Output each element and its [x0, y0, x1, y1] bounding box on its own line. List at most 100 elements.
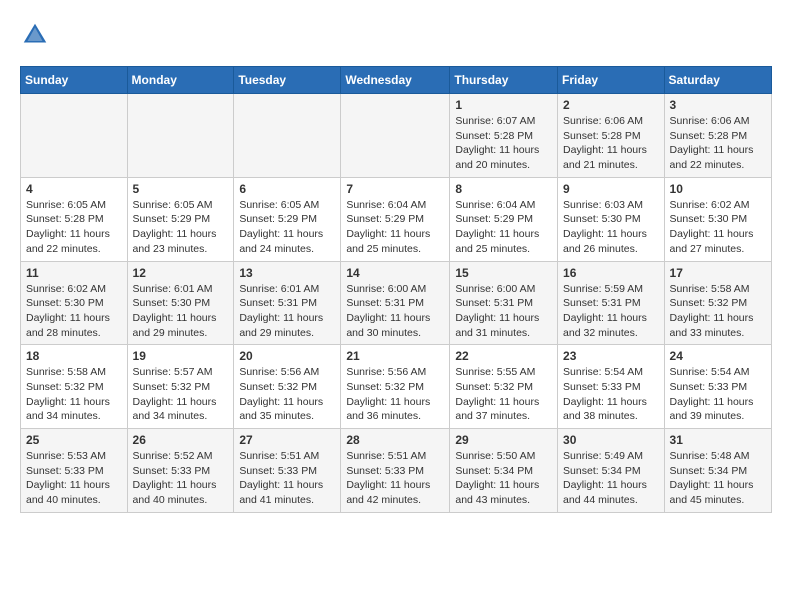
day-number: 27 [239, 433, 335, 447]
calendar-header-row: SundayMondayTuesdayWednesdayThursdayFrid… [21, 67, 772, 94]
day-number: 16 [563, 266, 659, 280]
day-number: 23 [563, 349, 659, 363]
day-info: Sunrise: 5:53 AM Sunset: 5:33 PM Dayligh… [26, 449, 122, 508]
calendar-cell: 23 Sunrise: 5:54 AM Sunset: 5:33 PM Dayli… [558, 345, 665, 429]
calendar-cell: 17 Sunrise: 5:58 AM Sunset: 5:32 PM Dayli… [664, 261, 771, 345]
day-info: Sunrise: 5:54 AM Sunset: 5:33 PM Dayligh… [670, 365, 766, 424]
day-number: 10 [670, 182, 766, 196]
day-info: Sunrise: 5:56 AM Sunset: 5:32 PM Dayligh… [239, 365, 335, 424]
col-header-tuesday: Tuesday [234, 67, 341, 94]
calendar-cell [234, 94, 341, 178]
calendar-cell: 9 Sunrise: 6:03 AM Sunset: 5:30 PM Daylig… [558, 177, 665, 261]
day-info: Sunrise: 6:01 AM Sunset: 5:31 PM Dayligh… [239, 282, 335, 341]
calendar-cell: 13 Sunrise: 6:01 AM Sunset: 5:31 PM Dayli… [234, 261, 341, 345]
logo-icon [20, 20, 50, 50]
calendar-cell: 10 Sunrise: 6:02 AM Sunset: 5:30 PM Dayli… [664, 177, 771, 261]
day-number: 3 [670, 98, 766, 112]
week-row-5: 25Sunrise: 5:53 AM Sunset: 5:33 PM Dayli… [21, 429, 772, 513]
day-info: Sunrise: 6:04 AM Sunset: 5:29 PM Dayligh… [455, 198, 552, 257]
calendar-cell [21, 94, 128, 178]
day-number: 11 [26, 266, 122, 280]
calendar-cell: 5 Sunrise: 6:05 AM Sunset: 5:29 PM Daylig… [127, 177, 234, 261]
day-info: Sunrise: 6:06 AM Sunset: 5:28 PM Dayligh… [670, 114, 766, 173]
day-number: 4 [26, 182, 122, 196]
day-info: Sunrise: 6:05 AM Sunset: 5:28 PM Dayligh… [26, 198, 122, 257]
day-info: Sunrise: 5:52 AM Sunset: 5:33 PM Dayligh… [133, 449, 229, 508]
day-number: 8 [455, 182, 552, 196]
col-header-sunday: Sunday [21, 67, 128, 94]
day-number: 20 [239, 349, 335, 363]
day-number: 19 [133, 349, 229, 363]
day-info: Sunrise: 5:49 AM Sunset: 5:34 PM Dayligh… [563, 449, 659, 508]
calendar-cell: 25Sunrise: 5:53 AM Sunset: 5:33 PM Dayli… [21, 429, 128, 513]
calendar-cell [341, 94, 450, 178]
col-header-wednesday: Wednesday [341, 67, 450, 94]
col-header-thursday: Thursday [450, 67, 558, 94]
day-number: 13 [239, 266, 335, 280]
week-row-1: 1 Sunrise: 6:07 AM Sunset: 5:28 PM Daylig… [21, 94, 772, 178]
calendar-cell: 11 Sunrise: 6:02 AM Sunset: 5:30 PM Dayli… [21, 261, 128, 345]
calendar-cell: 15Sunrise: 6:00 AM Sunset: 5:31 PM Dayli… [450, 261, 558, 345]
calendar-cell: 1 Sunrise: 6:07 AM Sunset: 5:28 PM Daylig… [450, 94, 558, 178]
day-info: Sunrise: 6:02 AM Sunset: 5:30 PM Dayligh… [26, 282, 122, 341]
day-number: 9 [563, 182, 659, 196]
day-info: Sunrise: 5:57 AM Sunset: 5:32 PM Dayligh… [133, 365, 229, 424]
calendar-cell: 28Sunrise: 5:51 AM Sunset: 5:33 PM Dayli… [341, 429, 450, 513]
day-info: Sunrise: 5:56 AM Sunset: 5:32 PM Dayligh… [346, 365, 444, 424]
day-number: 17 [670, 266, 766, 280]
day-number: 12 [133, 266, 229, 280]
day-number: 24 [670, 349, 766, 363]
day-info: Sunrise: 5:48 AM Sunset: 5:34 PM Dayligh… [670, 449, 766, 508]
day-info: Sunrise: 6:00 AM Sunset: 5:31 PM Dayligh… [346, 282, 444, 341]
day-info: Sunrise: 6:01 AM Sunset: 5:30 PM Dayligh… [133, 282, 229, 341]
day-number: 31 [670, 433, 766, 447]
calendar-cell: 7 Sunrise: 6:04 AM Sunset: 5:29 PM Daylig… [341, 177, 450, 261]
calendar-cell: 14 Sunrise: 6:00 AM Sunset: 5:31 PM Dayli… [341, 261, 450, 345]
calendar-cell: 21 Sunrise: 5:56 AM Sunset: 5:32 PM Dayli… [341, 345, 450, 429]
day-number: 6 [239, 182, 335, 196]
day-info: Sunrise: 5:58 AM Sunset: 5:32 PM Dayligh… [26, 365, 122, 424]
calendar-cell: 3 Sunrise: 6:06 AM Sunset: 5:28 PM Daylig… [664, 94, 771, 178]
calendar-cell [127, 94, 234, 178]
week-row-4: 18 Sunrise: 5:58 AM Sunset: 5:32 PM Dayli… [21, 345, 772, 429]
week-row-3: 11 Sunrise: 6:02 AM Sunset: 5:30 PM Dayli… [21, 261, 772, 345]
calendar-cell: 22 Sunrise: 5:55 AM Sunset: 5:32 PM Dayli… [450, 345, 558, 429]
day-number: 14 [346, 266, 444, 280]
calendar-cell: 12 Sunrise: 6:01 AM Sunset: 5:30 PM Dayli… [127, 261, 234, 345]
calendar-cell: 4 Sunrise: 6:05 AM Sunset: 5:28 PM Daylig… [21, 177, 128, 261]
col-header-saturday: Saturday [664, 67, 771, 94]
col-header-friday: Friday [558, 67, 665, 94]
day-info: Sunrise: 6:05 AM Sunset: 5:29 PM Dayligh… [133, 198, 229, 257]
day-info: Sunrise: 5:54 AM Sunset: 5:33 PM Dayligh… [563, 365, 659, 424]
logo [20, 20, 54, 50]
day-number: 21 [346, 349, 444, 363]
calendar-cell: 6 Sunrise: 6:05 AM Sunset: 5:29 PM Daylig… [234, 177, 341, 261]
day-number: 26 [133, 433, 229, 447]
calendar-cell: 26 Sunrise: 5:52 AM Sunset: 5:33 PM Dayli… [127, 429, 234, 513]
calendar-cell: 20 Sunrise: 5:56 AM Sunset: 5:32 PM Dayli… [234, 345, 341, 429]
calendar-cell: 16 Sunrise: 5:59 AM Sunset: 5:31 PM Dayli… [558, 261, 665, 345]
day-info: Sunrise: 6:05 AM Sunset: 5:29 PM Dayligh… [239, 198, 335, 257]
day-info: Sunrise: 6:03 AM Sunset: 5:30 PM Dayligh… [563, 198, 659, 257]
calendar-cell: 30Sunrise: 5:49 AM Sunset: 5:34 PM Dayli… [558, 429, 665, 513]
day-number: 18 [26, 349, 122, 363]
day-info: Sunrise: 6:07 AM Sunset: 5:28 PM Dayligh… [455, 114, 552, 173]
day-info: Sunrise: 5:51 AM Sunset: 5:33 PM Dayligh… [239, 449, 335, 508]
page-header [20, 20, 772, 50]
day-info: Sunrise: 5:59 AM Sunset: 5:31 PM Dayligh… [563, 282, 659, 341]
day-number: 5 [133, 182, 229, 196]
col-header-monday: Monday [127, 67, 234, 94]
calendar-cell: 31 Sunrise: 5:48 AM Sunset: 5:34 PM Dayli… [664, 429, 771, 513]
day-info: Sunrise: 6:00 AM Sunset: 5:31 PM Dayligh… [455, 282, 552, 341]
day-number: 22 [455, 349, 552, 363]
day-info: Sunrise: 5:55 AM Sunset: 5:32 PM Dayligh… [455, 365, 552, 424]
calendar-cell: 19 Sunrise: 5:57 AM Sunset: 5:32 PM Dayli… [127, 345, 234, 429]
day-info: Sunrise: 5:58 AM Sunset: 5:32 PM Dayligh… [670, 282, 766, 341]
calendar-cell: 29Sunrise: 5:50 AM Sunset: 5:34 PM Dayli… [450, 429, 558, 513]
day-number: 1 [455, 98, 552, 112]
day-info: Sunrise: 6:04 AM Sunset: 5:29 PM Dayligh… [346, 198, 444, 257]
day-info: Sunrise: 5:51 AM Sunset: 5:33 PM Dayligh… [346, 449, 444, 508]
day-number: 7 [346, 182, 444, 196]
day-info: Sunrise: 6:02 AM Sunset: 5:30 PM Dayligh… [670, 198, 766, 257]
calendar-cell: 8 Sunrise: 6:04 AM Sunset: 5:29 PM Daylig… [450, 177, 558, 261]
